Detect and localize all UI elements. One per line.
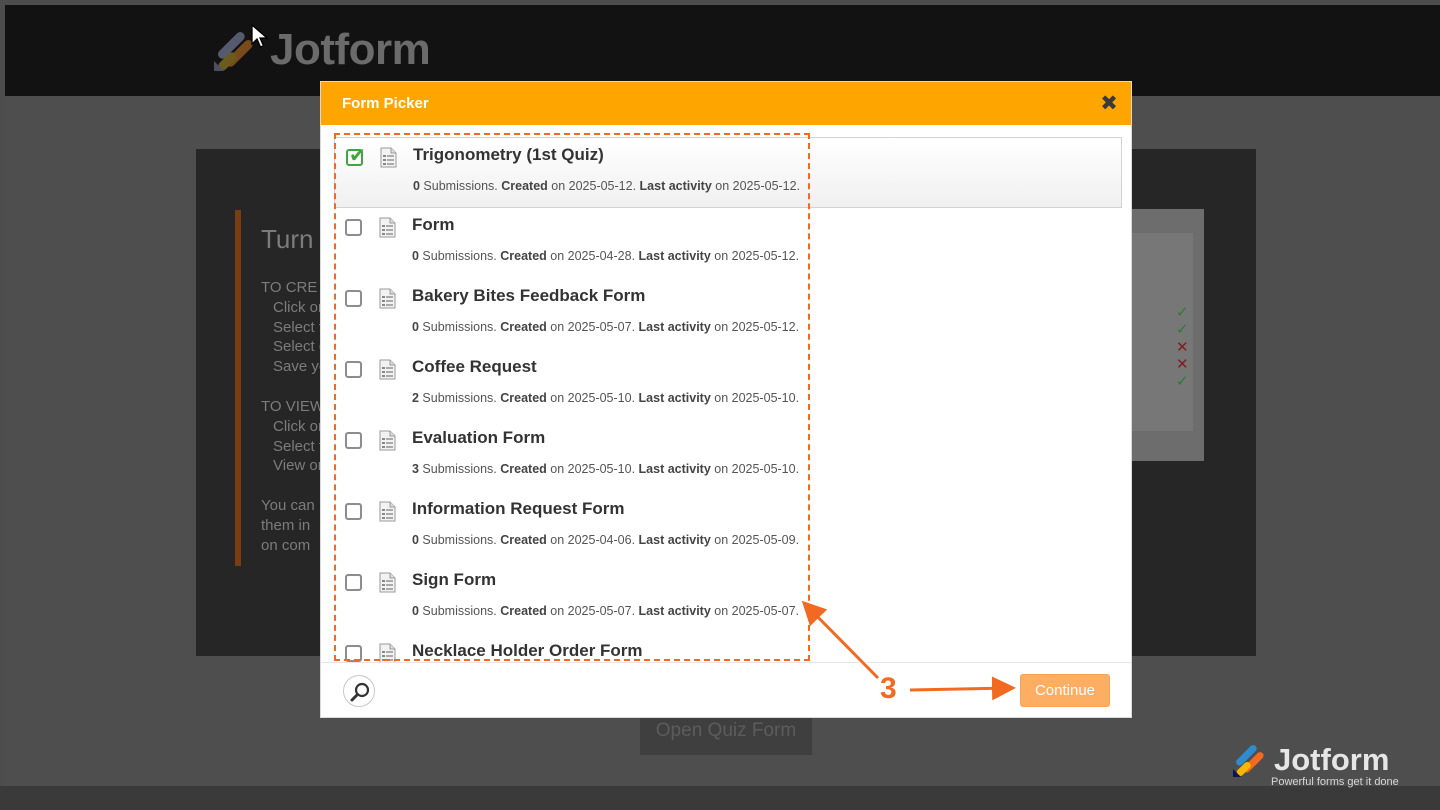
form-document-icon: [379, 359, 396, 380]
form-title: Sign Form: [412, 570, 497, 589]
form-list-item[interactable]: Evaluation Form 3 Submissions. Created on…: [334, 421, 1122, 492]
search-button[interactable]: [343, 675, 375, 707]
intro-line: them in: [261, 517, 311, 534]
form-list-item[interactable]: Information Request Form 0 Submissions. C…: [334, 492, 1122, 563]
dialog-header: Form Picker ✖: [321, 82, 1131, 125]
dialog-footer: Continue: [321, 662, 1131, 717]
checkbox[interactable]: [345, 503, 362, 520]
checkbox[interactable]: [345, 574, 362, 591]
check-mark-icon: ✓: [1176, 320, 1189, 338]
jotform-logo-icon: [1233, 745, 1264, 777]
intro-line: View or: [273, 457, 323, 474]
form-title: Form: [412, 215, 455, 234]
intro-line: on com: [261, 537, 311, 554]
search-icon: [350, 682, 370, 702]
form-list-item[interactable]: Coffee Request 2 Submissions. Created on …: [334, 350, 1122, 421]
page-footer: [0, 786, 1440, 810]
form-meta: 0 Submissions. Created on 2025-04-06. La…: [412, 533, 800, 547]
form-title: Necklace Holder Order Form: [412, 641, 643, 660]
continue-button[interactable]: Continue: [1020, 674, 1110, 707]
brand-logo[interactable]: Jotform: [212, 25, 431, 74]
mouse-cursor-icon: [251, 24, 269, 48]
close-icon[interactable]: ✖: [1097, 91, 1121, 115]
form-document-icon: [380, 147, 397, 168]
form-document-icon: [379, 217, 396, 238]
form-document-icon: [379, 643, 396, 662]
intro-line: Select t: [273, 438, 324, 455]
checkbox-checked[interactable]: ✔: [346, 143, 366, 167]
intro-accent-bar: [235, 210, 241, 566]
form-picker-dialog: Form Picker ✖ ✔ Trigonometry (1st Quiz) 0 …: [320, 81, 1132, 718]
intro-line: Click or: [273, 418, 324, 435]
form-document-icon: [379, 430, 396, 451]
brand-wordmark: Jotform: [270, 25, 431, 74]
form-document-icon: [379, 572, 396, 593]
form-document-icon: [379, 501, 396, 522]
intro-line: TO CRE: [261, 279, 318, 296]
watermark-tagline: Powerful forms get it done: [1271, 776, 1399, 788]
checkbox[interactable]: [345, 219, 362, 236]
intro-line: Select t: [273, 319, 324, 336]
cross-mark-icon: ✕: [1176, 338, 1189, 356]
form-title: Trigonometry (1st Quiz): [413, 145, 604, 164]
form-list[interactable]: ✔ Trigonometry (1st Quiz) 0 Submissions. C…: [321, 125, 1131, 662]
form-document-icon: [379, 288, 396, 309]
intro-line: Click or: [273, 299, 324, 316]
form-meta: 0 Submissions. Created on 2025-05-12. La…: [413, 179, 801, 193]
form-title: Coffee Request: [412, 357, 537, 376]
form-title: Bakery Bites Feedback Form: [412, 286, 646, 305]
dialog-title: Form Picker: [342, 95, 429, 112]
checkbox[interactable]: [345, 290, 362, 307]
form-meta: 0 Submissions. Created on 2025-05-07. La…: [412, 604, 800, 618]
intro-line: You can: [261, 497, 315, 514]
intro-heading: Turn: [261, 224, 314, 254]
form-list-item[interactable]: Necklace Holder Order Form: [334, 634, 1122, 662]
checkbox[interactable]: [345, 361, 362, 378]
intro-line: Select c: [273, 338, 327, 355]
watermark-wordmark: Jotform: [1274, 742, 1390, 777]
form-list-item[interactable]: Bakery Bites Feedback Form 0 Submissions.…: [334, 279, 1122, 350]
form-title: Evaluation Form: [412, 428, 546, 447]
step-number: 3: [880, 672, 897, 705]
check-mark-icon: ✓: [1176, 372, 1189, 390]
check-mark-icon: ✓: [1176, 303, 1189, 321]
jotform-logo-icon: [214, 32, 253, 71]
checkbox[interactable]: [345, 432, 362, 449]
checkmark-icon: ✔: [349, 143, 366, 167]
form-list-item[interactable]: Sign Form 0 Submissions. Created on 2025-…: [334, 563, 1122, 634]
form-list-item[interactable]: ✔ Trigonometry (1st Quiz) 0 Submissions. C…: [334, 137, 1122, 208]
form-title: Information Request Form: [412, 499, 625, 518]
form-list-item[interactable]: Form 0 Submissions. Created on 2025-04-28…: [334, 208, 1122, 279]
form-meta: 0 Submissions. Created on 2025-05-07. La…: [412, 320, 800, 334]
intro-line: TO VIEW: [261, 398, 325, 415]
form-meta: 2 Submissions. Created on 2025-05-10. La…: [412, 391, 800, 405]
checkbox[interactable]: [345, 645, 362, 662]
form-meta: 0 Submissions. Created on 2025-04-28. La…: [412, 249, 800, 263]
form-meta: 3 Submissions. Created on 2025-05-10. La…: [412, 462, 800, 476]
cross-mark-icon: ✕: [1176, 355, 1189, 373]
